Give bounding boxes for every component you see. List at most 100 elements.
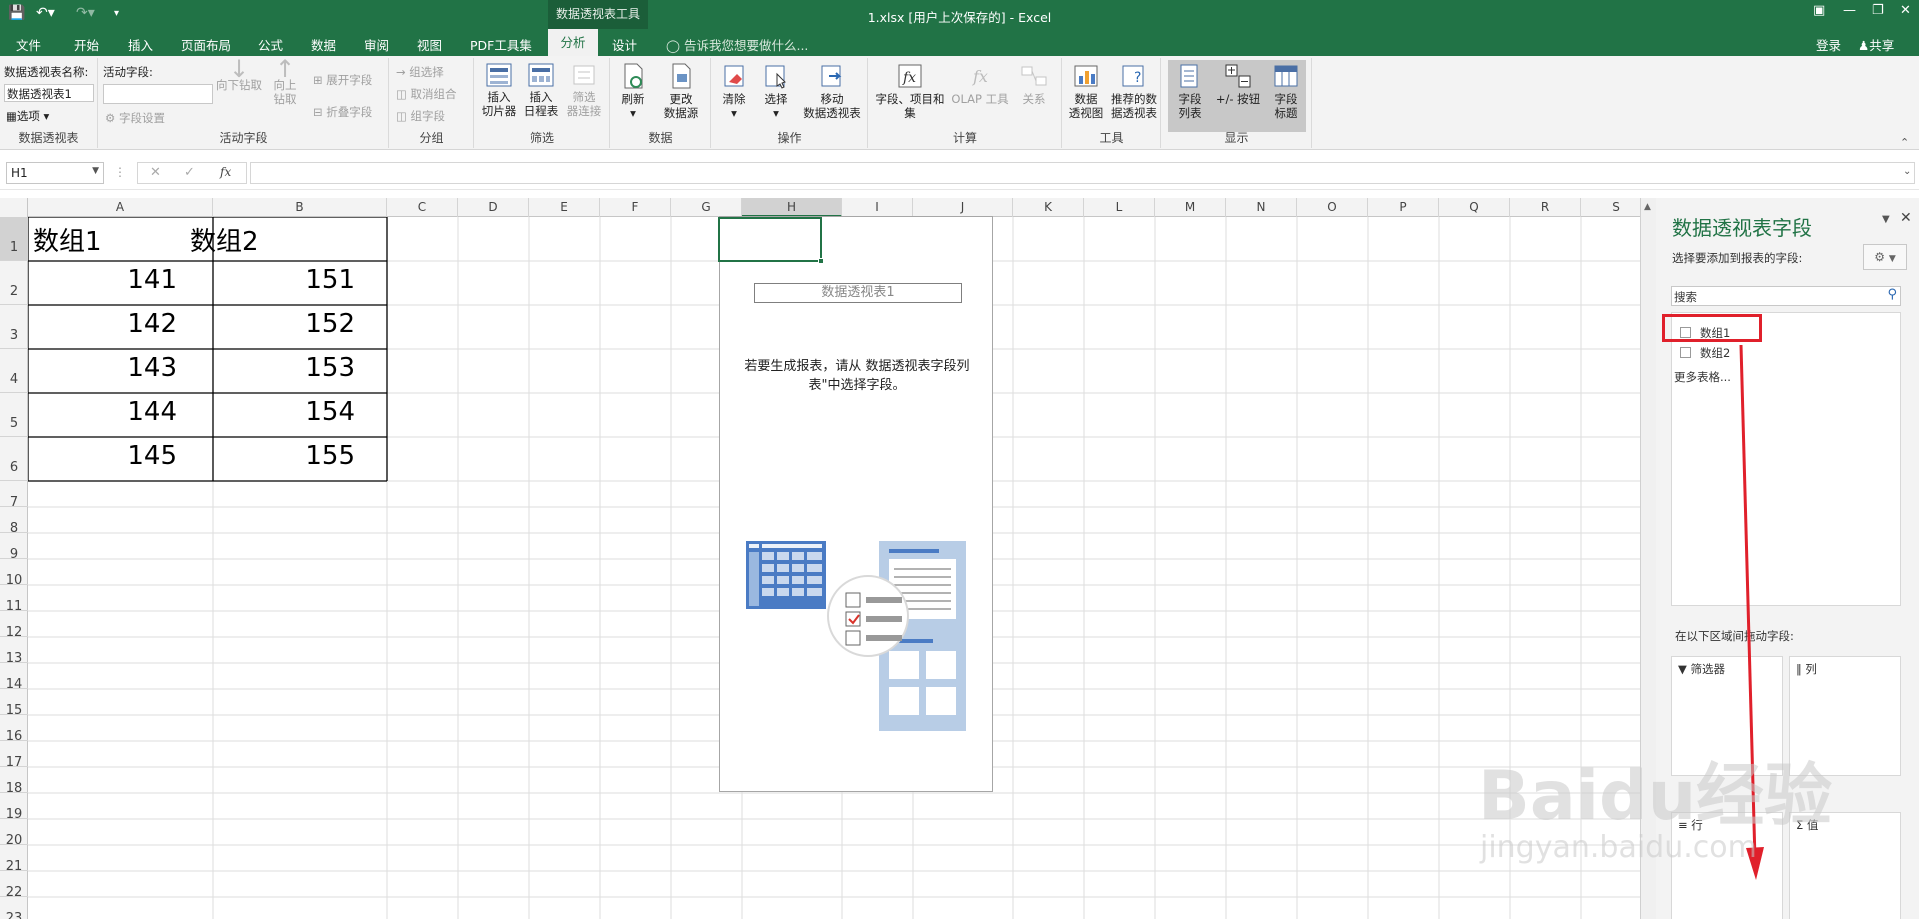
column-header[interactable]: N — [1226, 198, 1297, 217]
column-header[interactable]: R — [1510, 198, 1581, 217]
row-header[interactable]: 6 — [0, 437, 28, 481]
field-checkbox[interactable] — [1680, 347, 1691, 358]
login-link[interactable]: 登录 — [1816, 35, 1841, 54]
group-field-button[interactable]: ◫ 组字段 — [396, 108, 445, 124]
enter-icon[interactable]: ✓ — [184, 165, 195, 180]
pivot-name-input[interactable]: 数据透视表1 — [4, 84, 94, 102]
row-header[interactable]: 14 — [0, 663, 28, 692]
move-pivot-button[interactable]: 移动 数据透视表 — [798, 62, 866, 120]
group-selection-button[interactable]: → 组选择 — [396, 64, 444, 80]
relationships-button[interactable]: 关系 — [1013, 62, 1055, 106]
tab-formulas[interactable]: 公式 — [258, 35, 283, 54]
active-field-input[interactable] — [103, 84, 213, 104]
column-header[interactable]: I — [842, 198, 913, 217]
plus-minus-buttons-button[interactable]: +/- 按钮 — [1212, 62, 1264, 106]
pane-options-dropdown-icon[interactable]: ▼ — [1882, 214, 1890, 225]
pane-close-icon[interactable]: ✕ — [1900, 210, 1912, 226]
row-header[interactable]: 3 — [0, 305, 28, 349]
column-header[interactable]: B — [213, 198, 387, 217]
selected-cell-h1[interactable] — [718, 217, 824, 264]
tab-data[interactable]: 数据 — [311, 35, 336, 54]
insert-timeline-button[interactable]: 插入 日程表 — [521, 62, 561, 118]
row-header[interactable]: 4 — [0, 349, 28, 393]
column-header[interactable]: P — [1368, 198, 1439, 217]
table-cell[interactable]: 154 — [185, 397, 359, 427]
fill-handle[interactable] — [818, 258, 824, 264]
restore-icon[interactable]: ❐ — [1872, 3, 1884, 18]
row-header[interactable]: 12 — [0, 611, 28, 640]
filter-connections-button[interactable]: 筛选 器连接 — [563, 62, 605, 118]
row-header[interactable]: 2 — [0, 261, 28, 305]
insert-slicer-button[interactable]: 插入 切片器 — [479, 62, 519, 118]
column-header[interactable]: E — [529, 198, 600, 217]
table-header-cell[interactable]: 数组2 — [190, 221, 259, 258]
expand-field-button[interactable]: ⊞ 展开字段 — [313, 72, 372, 88]
row-header[interactable]: 16 — [0, 715, 28, 744]
column-header[interactable]: M — [1155, 198, 1226, 217]
column-header[interactable]: K — [1013, 198, 1084, 217]
formula-input[interactable] — [250, 162, 1915, 184]
tab-view[interactable]: 视图 — [417, 35, 442, 54]
pivot-placeholder[interactable]: 数据透视表1 若要生成报表，请从 数据透视表字段列 表"中选择字段。 — [719, 216, 993, 792]
row-header[interactable]: 10 — [0, 559, 28, 588]
ribbon-display-icon[interactable]: ▣ — [1813, 3, 1825, 18]
row-header[interactable]: 18 — [0, 767, 28, 796]
options-button[interactable]: ▦选项 ▾ — [6, 108, 49, 124]
table-cell[interactable]: 143 — [28, 353, 181, 383]
name-box-dropdown-icon[interactable]: ▼ — [92, 166, 99, 176]
row-header[interactable]: 9 — [0, 533, 28, 562]
tell-me-search[interactable]: ◯ 告诉我您想要做什么... — [666, 35, 808, 54]
olap-tools-button[interactable]: fx OLAP 工具 — [951, 62, 1009, 106]
table-cell[interactable]: 144 — [28, 397, 181, 427]
fields-items-sets-button[interactable]: fx 字段、项目和 集 — [873, 62, 947, 120]
tab-review[interactable]: 审阅 — [364, 35, 389, 54]
close-icon[interactable]: ✕ — [1900, 3, 1911, 18]
table-cell[interactable]: 145 — [28, 441, 181, 471]
field-headers-button[interactable]: 字段 标题 — [1266, 62, 1306, 120]
recommended-pivot-button[interactable]: ? 推荐的数 据透视表 — [1109, 62, 1159, 120]
tab-insert[interactable]: 插入 — [128, 35, 153, 54]
refresh-button[interactable]: 刷新 ▾ — [613, 62, 653, 120]
ungroup-button[interactable]: ◫ 取消组合 — [396, 86, 457, 102]
column-header[interactable]: G — [671, 198, 742, 217]
table-cell[interactable]: 155 — [185, 441, 359, 471]
column-header[interactable]: D — [458, 198, 529, 217]
row-header[interactable]: 13 — [0, 637, 28, 666]
tab-home[interactable]: 开始 — [74, 35, 99, 54]
collapse-field-button[interactable]: ⊟ 折叠字段 — [313, 104, 372, 120]
row-header[interactable]: 1 — [0, 217, 28, 261]
expand-formula-bar-icon[interactable]: ⌄ — [1903, 166, 1911, 177]
tab-page-layout[interactable]: 页面布局 — [181, 35, 231, 54]
tab-design[interactable]: 设计 — [612, 35, 637, 54]
share-button[interactable]: ♟共享 — [1858, 35, 1894, 54]
tab-file[interactable]: 文件 — [16, 35, 41, 54]
row-header[interactable]: 7 — [0, 481, 28, 510]
pivot-chart-button[interactable]: 数据 透视图 — [1065, 62, 1107, 120]
column-header[interactable]: J — [913, 198, 1013, 217]
field-search-input[interactable]: 搜索 ⚲ — [1671, 286, 1901, 306]
collapse-ribbon-icon[interactable]: ⌃ — [1900, 136, 1909, 149]
row-header[interactable]: 21 — [0, 845, 28, 874]
table-cell[interactable]: 151 — [185, 265, 359, 295]
row-header[interactable]: 11 — [0, 585, 28, 614]
column-header[interactable]: F — [600, 198, 671, 217]
minimize-icon[interactable]: — — [1843, 3, 1856, 18]
table-cell[interactable]: 142 — [28, 309, 181, 339]
row-header[interactable]: 8 — [0, 507, 28, 536]
column-header[interactable]: H — [742, 198, 842, 217]
table-cell[interactable]: 153 — [185, 353, 359, 383]
tab-pdf-tools[interactable]: PDF工具集 — [470, 35, 532, 54]
clear-button[interactable]: 清除 ▾ — [714, 62, 754, 120]
change-source-button[interactable]: 更改 数据源 — [655, 62, 707, 120]
tab-analyze[interactable]: 分析 — [548, 29, 598, 56]
row-header[interactable]: 23 — [0, 897, 28, 919]
column-header[interactable]: Q — [1439, 198, 1510, 217]
row-header[interactable]: 19 — [0, 793, 28, 822]
table-cell[interactable]: 141 — [28, 265, 181, 295]
field-settings-button[interactable]: ⚙ 字段设置 — [105, 110, 165, 126]
table-cell[interactable]: 152 — [185, 309, 359, 339]
drill-up-button[interactable]: ↑ 向上钻取 — [265, 57, 305, 106]
search-icon[interactable]: ⚲ — [1887, 287, 1897, 302]
row-header[interactable]: 15 — [0, 689, 28, 718]
column-header[interactable]: O — [1297, 198, 1368, 217]
